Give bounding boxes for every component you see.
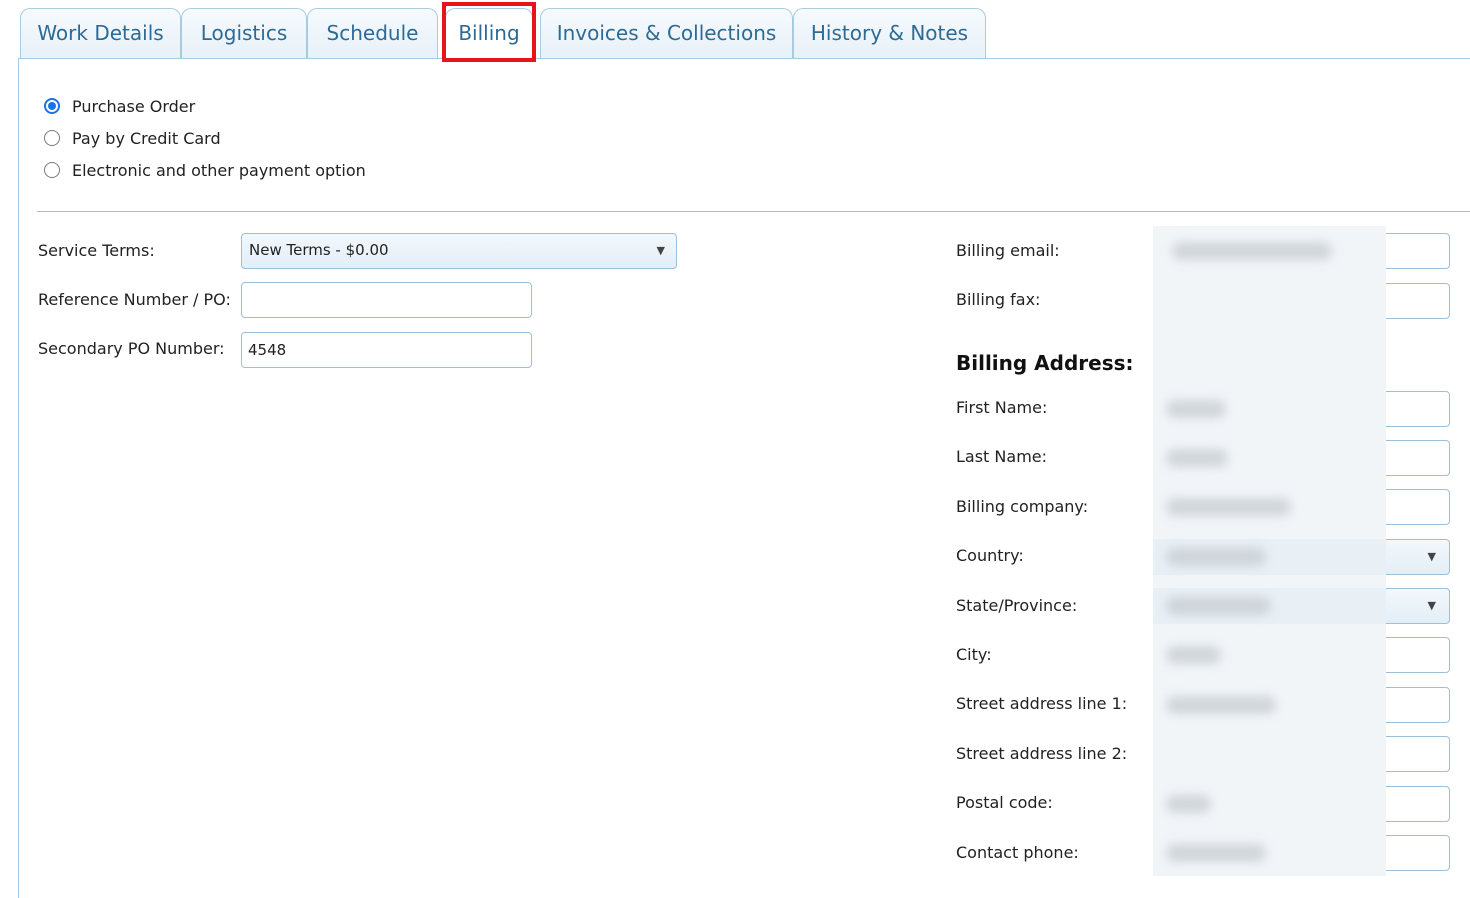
first-name-field[interactable] bbox=[1153, 391, 1450, 427]
service-terms-value: New Terms - $0.00 bbox=[249, 241, 389, 259]
postal-code-field[interactable] bbox=[1153, 786, 1450, 822]
redacted-value bbox=[1166, 498, 1291, 516]
tab-logistics-label: Logistics bbox=[200, 21, 288, 45]
reference-number-label: Reference Number / PO: bbox=[38, 290, 231, 309]
payment-option-label: Pay by Credit Card bbox=[72, 128, 221, 148]
state-province-select[interactable]: ▼ bbox=[1153, 588, 1450, 624]
payment-option-label: Purchase Order bbox=[72, 96, 196, 116]
redacted-value bbox=[1166, 795, 1211, 813]
billing-fax-label: Billing fax: bbox=[956, 290, 1041, 309]
redacted-value bbox=[1166, 400, 1226, 418]
state-province-label: State/Province: bbox=[956, 596, 1078, 615]
street-line2-field[interactable] bbox=[1153, 736, 1450, 772]
secondary-po-label: Secondary PO Number: bbox=[38, 339, 225, 358]
tab-schedule-label: Schedule bbox=[326, 21, 419, 45]
street-line1-field[interactable] bbox=[1153, 687, 1450, 723]
service-terms-select[interactable]: New Terms - $0.00 ▼ bbox=[241, 233, 677, 269]
chevron-down-icon: ▼ bbox=[1427, 550, 1436, 563]
radio-checked-icon[interactable] bbox=[44, 98, 60, 114]
redacted-value bbox=[1172, 242, 1332, 260]
payment-option-purchase-order[interactable]: Purchase Order bbox=[44, 95, 195, 117]
tab-invoices-collections[interactable]: Invoices & Collections bbox=[540, 8, 793, 58]
secondary-po-input[interactable] bbox=[241, 332, 532, 368]
tab-schedule[interactable]: Schedule bbox=[307, 8, 438, 58]
city-field[interactable] bbox=[1153, 637, 1450, 673]
section-divider bbox=[37, 211, 1470, 212]
tab-bar: Work Details Logistics Schedule Billing … bbox=[0, 0, 1470, 62]
tab-history-notes-label: History & Notes bbox=[810, 21, 969, 45]
billing-address-title: Billing Address: bbox=[956, 351, 1134, 375]
postal-code-label: Postal code: bbox=[956, 793, 1053, 812]
country-select[interactable]: ▼ bbox=[1153, 539, 1450, 575]
contact-phone-field[interactable] bbox=[1153, 835, 1450, 871]
country-label: Country: bbox=[956, 546, 1024, 565]
redacted-value bbox=[1166, 449, 1228, 467]
chevron-down-icon: ▼ bbox=[1427, 599, 1436, 612]
billing-email-field[interactable] bbox=[1153, 233, 1450, 269]
billing-fax-field[interactable] bbox=[1153, 283, 1450, 319]
payment-option-electronic[interactable]: Electronic and other payment option bbox=[44, 159, 366, 181]
tab-logistics[interactable]: Logistics bbox=[181, 8, 307, 58]
chevron-down-icon: ▼ bbox=[656, 244, 665, 257]
city-label: City: bbox=[956, 645, 992, 664]
payment-option-label: Electronic and other payment option bbox=[72, 160, 366, 180]
street-line2-label: Street address line 2: bbox=[956, 744, 1128, 763]
radio-unchecked-icon[interactable] bbox=[44, 130, 60, 146]
billing-company-field[interactable] bbox=[1153, 489, 1450, 525]
last-name-field[interactable] bbox=[1153, 440, 1450, 476]
tab-billing[interactable]: Billing bbox=[445, 8, 533, 59]
tab-invoices-collections-label: Invoices & Collections bbox=[556, 21, 777, 45]
tab-history-notes[interactable]: History & Notes bbox=[793, 8, 986, 58]
billing-email-label: Billing email: bbox=[956, 241, 1060, 260]
redacted-value bbox=[1166, 597, 1271, 615]
first-name-label: First Name: bbox=[956, 398, 1048, 417]
redacted-value bbox=[1166, 646, 1221, 664]
redacted-value bbox=[1166, 548, 1266, 566]
contact-phone-label: Contact phone: bbox=[956, 843, 1079, 862]
tab-work-details-label: Work Details bbox=[37, 21, 164, 45]
service-terms-label: Service Terms: bbox=[38, 241, 155, 260]
redacted-value bbox=[1166, 844, 1266, 862]
redacted-value bbox=[1166, 696, 1276, 714]
radio-unchecked-icon[interactable] bbox=[44, 162, 60, 178]
billing-company-label: Billing company: bbox=[956, 497, 1089, 516]
tab-billing-label: Billing bbox=[458, 21, 520, 45]
tab-bar-baseline bbox=[19, 58, 1470, 59]
street-line1-label: Street address line 1: bbox=[956, 694, 1128, 713]
payment-option-credit-card[interactable]: Pay by Credit Card bbox=[44, 127, 221, 149]
reference-number-input[interactable] bbox=[241, 282, 532, 318]
panel-border bbox=[18, 58, 19, 898]
last-name-label: Last Name: bbox=[956, 447, 1048, 466]
tab-work-details[interactable]: Work Details bbox=[20, 8, 181, 58]
